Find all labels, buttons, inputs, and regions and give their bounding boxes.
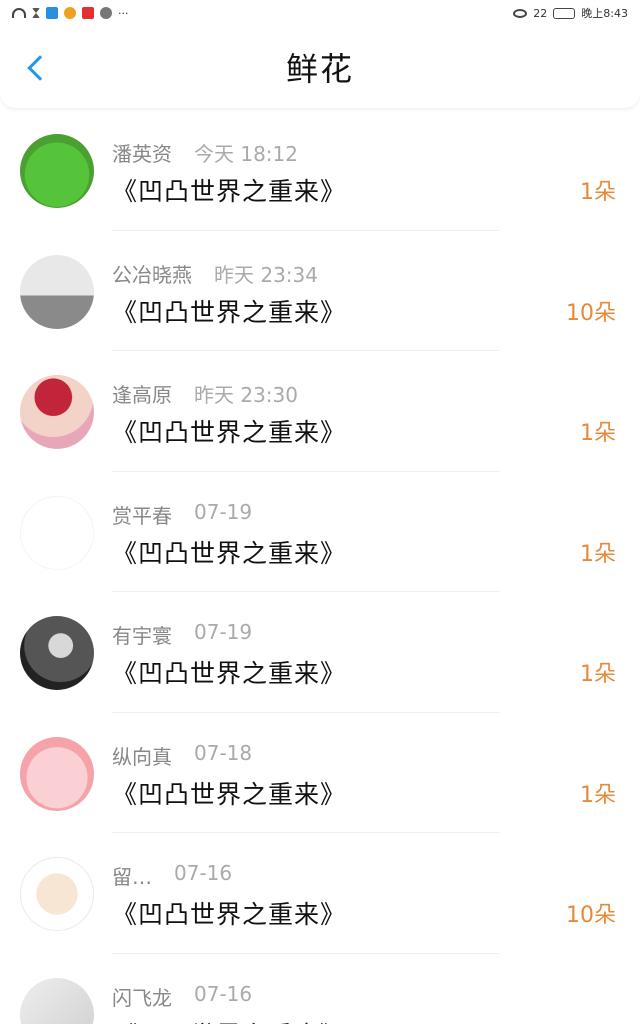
back-button[interactable]	[18, 50, 54, 86]
timestamp: 07-16	[194, 981, 253, 1006]
page-title: 鲜花	[285, 50, 354, 88]
timestamp: 07-16	[174, 861, 233, 885]
wifi-icon	[12, 8, 26, 18]
sender-name: 留…	[112, 865, 152, 889]
list-item[interactable]: 逢高原 昨天 23:30 《凹凸世界之重来》 1朵	[0, 351, 640, 472]
timestamp: 07-19	[194, 499, 253, 524]
flower-count: 1朵	[580, 662, 616, 687]
list-item[interactable]: 公冶晓燕 昨天 23:34 《凹凸世界之重来》 10朵	[0, 231, 640, 352]
meta-line: 闪飞龙 07-16	[112, 982, 252, 1011]
cartoon-fox-avatar	[20, 495, 94, 570]
timestamp: 07-19	[194, 620, 253, 644]
list-item[interactable]: 纵向真 07-18 《凹凸世界之重来》 1朵	[0, 713, 640, 834]
meta-line: 留… 07-16	[112, 861, 232, 890]
sheep-avatar	[20, 857, 94, 931]
status-right: 22 晚上8:43	[513, 5, 628, 21]
meta-line: 公冶晓燕 昨天 23:34	[112, 259, 318, 288]
battery-icon	[553, 7, 576, 19]
list-item[interactable]: 潘英资 今天 18:12 《凹凸世界之重来》 1朵	[0, 110, 640, 231]
timestamp: 07-18	[194, 740, 253, 765]
status-left: ···	[12, 7, 129, 20]
flower-list: 潘英资 今天 18:12 《凹凸世界之重来》 1朵 公冶晓燕 昨天 23:34 …	[0, 110, 640, 1024]
sender-name: 逢高原	[112, 383, 172, 407]
dark-portrait-avatar	[20, 616, 94, 690]
flower-count: 10朵	[566, 903, 616, 928]
flower-count: 1朵	[580, 541, 616, 567]
book-title: 《凹凸世界之重来》	[112, 177, 347, 206]
sender-name: 闪飞龙	[112, 985, 172, 1010]
meta-line: 逢高原 昨天 23:30	[112, 379, 298, 408]
pink-blob-avatar	[20, 736, 94, 811]
status-bar: ··· 22 晚上8:43	[0, 0, 640, 26]
green-pig-avatar	[20, 134, 94, 208]
weibo-icon	[64, 7, 76, 19]
eye-comfort-icon	[513, 8, 528, 18]
book-title: 《凹凸世界之重来》	[112, 538, 347, 568]
sender-name: 纵向真	[112, 744, 172, 769]
girl-red-hat-avatar	[20, 375, 94, 449]
list-item[interactable]: 闪飞龙 07-16 《凹凸世界之重来》 1朵	[0, 954, 640, 1024]
timestamp: 今天 18:12	[194, 142, 298, 166]
timestamp: 昨天 23:34	[214, 262, 318, 287]
sender-name: 公冶晓燕	[112, 262, 192, 287]
book-title: 《凹凸世界之重来》	[112, 779, 347, 809]
meta-line: 赏平春 07-19	[112, 500, 252, 529]
meta-line: 纵向真 07-18	[112, 741, 252, 770]
sender-name: 潘英资	[112, 142, 172, 166]
list-item[interactable]: 有宇寰 07-19 《凹凸世界之重来》 1朵	[0, 592, 640, 713]
sender-name: 有宇寰	[112, 624, 172, 648]
flower-count: 10朵	[566, 300, 616, 326]
news-app-icon	[82, 7, 94, 19]
book-title: 《凹凸世界之重来》	[112, 418, 347, 447]
grey-avatar	[20, 977, 94, 1024]
timestamp: 昨天 23:30	[194, 383, 298, 407]
buddha-statue-avatar	[20, 254, 94, 329]
flower-count: 1朵	[580, 180, 616, 205]
flower-count: 1朵	[580, 782, 616, 808]
hourglass-icon	[32, 8, 40, 18]
back-chevron-icon	[27, 55, 53, 81]
meta-line: 有宇寰 07-19	[112, 620, 252, 649]
book-title: 《凹凸世界之重来》	[112, 297, 347, 327]
app-notification-icon	[46, 7, 58, 19]
clock: 晚上8:43	[581, 7, 628, 20]
list-item[interactable]: 留… 07-16 《凹凸世界之重来》 10朵	[0, 833, 640, 954]
meta-line: 潘英资 今天 18:12	[112, 138, 298, 167]
sender-name: 赏平春	[112, 503, 172, 528]
book-title: 《凹凸世界之重来》	[112, 659, 347, 688]
list-item[interactable]: 赏平春 07-19 《凹凸世界之重来》 1朵	[0, 472, 640, 593]
book-title: 《凹凸世界之重来》	[112, 1016, 346, 1024]
flower-count: 1朵	[580, 421, 616, 446]
battery-level: 22	[533, 6, 548, 20]
wechat-icon	[100, 7, 112, 19]
more-notifications: ···	[118, 6, 129, 20]
header: 鲜花	[0, 26, 640, 108]
flower-count: 1朵	[580, 1018, 616, 1024]
book-title: 《凹凸世界之重来》	[112, 900, 347, 929]
